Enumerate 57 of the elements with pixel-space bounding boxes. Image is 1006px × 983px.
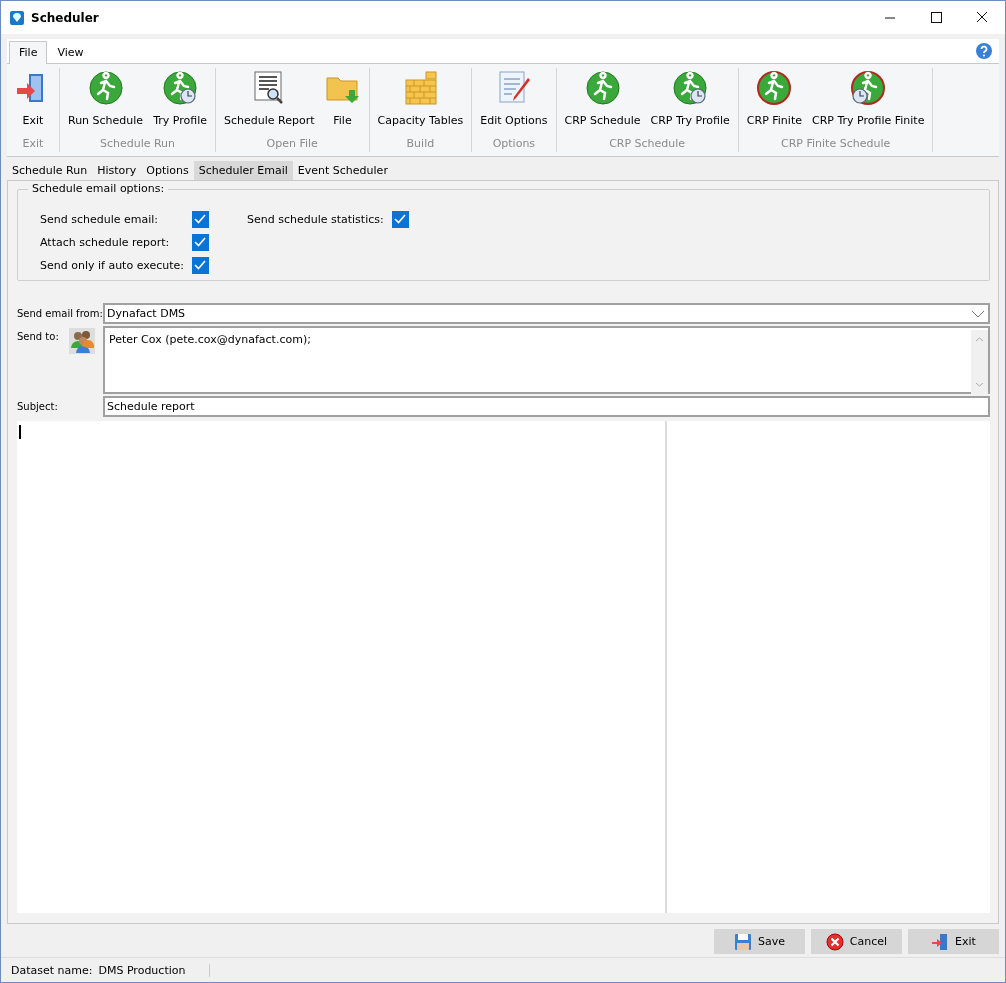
field-label: Send email from: bbox=[17, 308, 103, 319]
ribbon-button[interactable]: Try Profile bbox=[148, 68, 212, 137]
group-label: Open File bbox=[265, 137, 319, 152]
running-man-clock-icon bbox=[162, 70, 199, 106]
group-label: CRP Schedule bbox=[608, 137, 687, 152]
running-man-icon bbox=[87, 70, 124, 106]
ribbon-tab[interactable]: File bbox=[9, 41, 48, 64]
running-man-icon bbox=[584, 70, 621, 106]
ribbon-button[interactable]: CRP Finite bbox=[741, 68, 807, 137]
cancel-icon bbox=[825, 932, 844, 951]
field-label: Subject: bbox=[17, 401, 59, 412]
ribbon-button[interactable]: File bbox=[319, 68, 366, 137]
ribbon-tab[interactable]: View bbox=[47, 41, 94, 63]
status-value: DMS Production bbox=[98, 963, 186, 977]
sender-dropdown[interactable]: Dynafact DMS bbox=[103, 303, 990, 324]
checkbox-label: Send schedule email: bbox=[40, 212, 159, 226]
field-label: Send to: bbox=[17, 330, 60, 342]
group-label: CRP Finite Schedule bbox=[780, 137, 892, 152]
dialog-button[interactable]: Cancel bbox=[811, 929, 902, 954]
exit-door-icon bbox=[931, 932, 950, 951]
app-icon bbox=[9, 9, 25, 26]
ribbon-button[interactable]: Schedule Report bbox=[219, 68, 320, 137]
ribbon-button[interactable]: CRP Try Profile Finite bbox=[806, 68, 930, 137]
checkbox-label: Send schedule statistics: bbox=[246, 212, 384, 226]
group-label: Options bbox=[491, 137, 537, 152]
contacts-icon[interactable] bbox=[69, 328, 95, 354]
group-title: Schedule email options: bbox=[28, 182, 169, 195]
ribbon-button[interactable]: CRP Try Profile bbox=[645, 68, 735, 137]
checkbox[interactable] bbox=[191, 256, 209, 274]
group-label: Build bbox=[405, 137, 436, 152]
checkbox[interactable] bbox=[191, 210, 209, 228]
running-man-icon bbox=[756, 70, 793, 106]
ribbon-button[interactable]: Capacity Tables bbox=[372, 68, 469, 137]
subject-field[interactable]: Schedule report bbox=[103, 396, 990, 417]
checkbox[interactable] bbox=[191, 233, 209, 251]
running-man-clock-icon bbox=[850, 70, 887, 106]
ribbon-button[interactable]: Run Schedule bbox=[63, 68, 149, 137]
scrollbar bbox=[971, 330, 988, 394]
window-title: Scheduler bbox=[31, 10, 100, 25]
running-man-clock-icon bbox=[672, 70, 709, 106]
checkbox[interactable] bbox=[391, 210, 409, 228]
text-cursor bbox=[19, 425, 21, 439]
brick-wall-icon bbox=[402, 70, 439, 106]
tab[interactable]: Scheduler Email bbox=[193, 161, 293, 180]
ribbon-button[interactable]: Exit bbox=[10, 68, 56, 137]
checkbox-label: Attach schedule report: bbox=[40, 235, 170, 249]
help-icon[interactable] bbox=[975, 42, 993, 60]
chevron-down-icon bbox=[971, 309, 985, 318]
recipients-field[interactable]: Peter Cox (pete.cox@dynafact.com); bbox=[103, 326, 990, 394]
group-label: Exit bbox=[21, 137, 45, 152]
ribbon-button[interactable]: CRP Schedule bbox=[559, 68, 646, 137]
dialog-button[interactable]: Exit bbox=[908, 929, 999, 954]
checkbox-label: Send only if auto execute: bbox=[40, 258, 184, 272]
group-label: Schedule Run bbox=[98, 137, 177, 152]
dialog-button[interactable]: Save bbox=[714, 929, 805, 954]
status-label: Dataset name: bbox=[11, 963, 93, 977]
ribbon-button[interactable]: Edit Options bbox=[475, 68, 553, 137]
